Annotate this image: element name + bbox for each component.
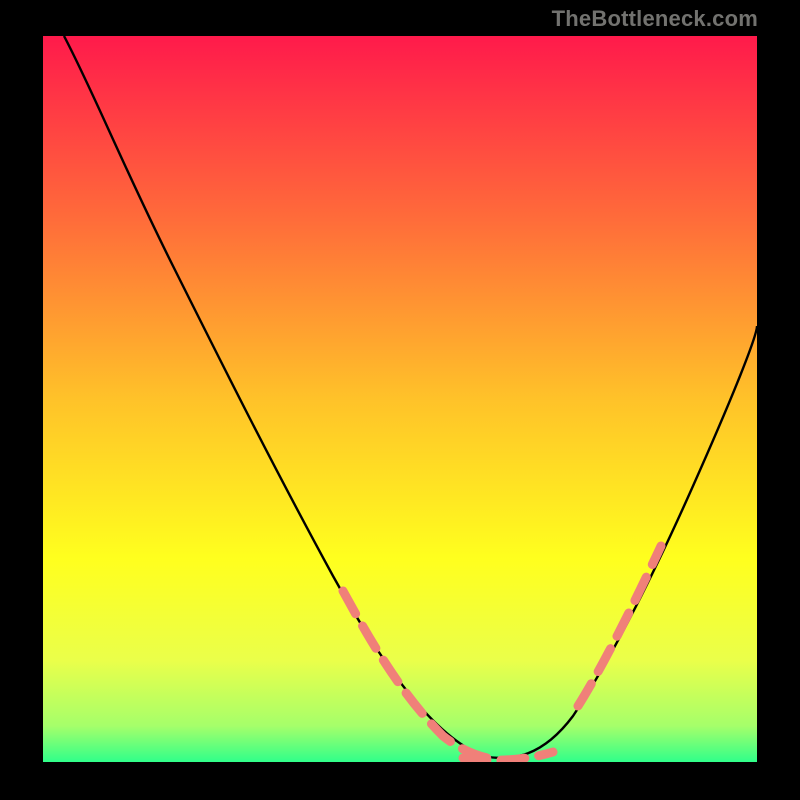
bottleneck-curve — [43, 36, 757, 762]
curve-main — [64, 36, 757, 758]
watermark-text: TheBottleneck.com — [552, 6, 758, 32]
highlight-right — [578, 546, 661, 706]
chart-frame: TheBottleneck.com — [0, 0, 800, 800]
plot-area — [43, 36, 757, 762]
highlight-left — [343, 591, 498, 760]
